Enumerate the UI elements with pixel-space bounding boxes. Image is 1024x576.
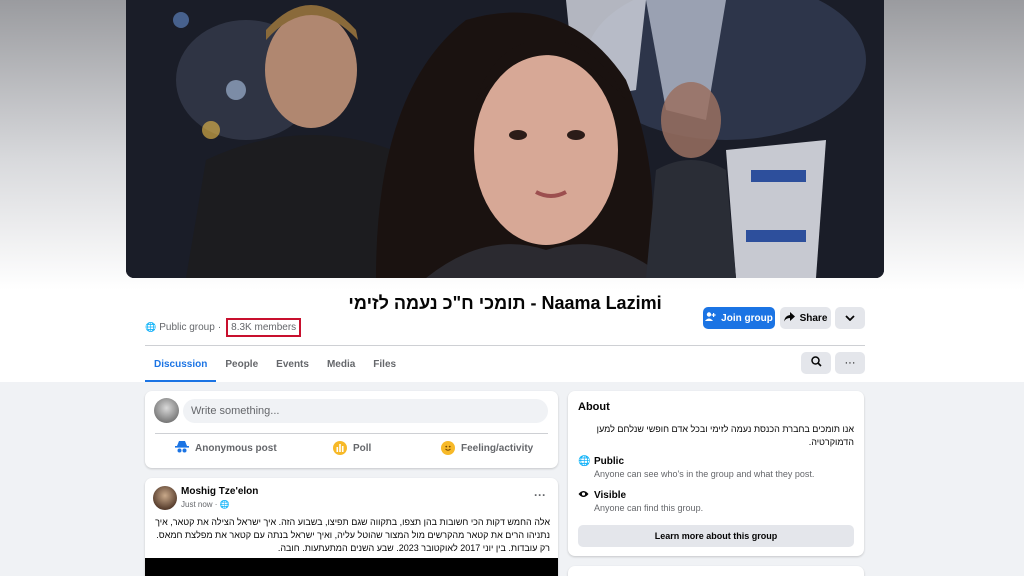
feeling-activity-button[interactable]: Feeling/activity	[441, 441, 533, 455]
anonymous-post-button[interactable]: Anonymous post	[175, 441, 277, 456]
globe-icon: 🌐	[219, 500, 230, 509]
about-title: About	[578, 401, 610, 413]
write-something-input[interactable]: Write something...	[183, 399, 548, 423]
add-person-icon	[705, 312, 716, 324]
smiley-icon	[441, 441, 455, 455]
anonymous-post-label: Anonymous post	[195, 443, 277, 454]
privacy-label: Public group	[159, 322, 215, 333]
post-author[interactable]: Moshig Tze'elon	[181, 486, 258, 497]
cover-photo[interactable]	[126, 0, 884, 278]
tab-events[interactable]: Events	[267, 348, 318, 380]
visible-description: Anyone can find this group.	[594, 503, 704, 513]
tab-media[interactable]: Media	[318, 348, 364, 380]
search-icon	[810, 356, 822, 370]
about-description: אנו תומכים בחברת הכנסת נעמה לזימי ובכל א…	[596, 424, 854, 447]
post-more-button[interactable]: ···	[534, 488, 546, 502]
poll-icon	[333, 441, 347, 455]
visible-title: Visible	[594, 490, 627, 501]
post-time-label: Just now ·	[181, 500, 220, 509]
poll-button[interactable]: Poll	[333, 441, 371, 455]
tab-discussion[interactable]: Discussion	[145, 348, 217, 382]
header-divider	[145, 345, 865, 346]
eye-icon	[578, 490, 589, 501]
tab-people[interactable]: People	[216, 348, 267, 380]
post-time[interactable]: Just now · 🌐	[181, 500, 230, 509]
about-public: 🌐 Public Anyone can see who's in the gro…	[578, 456, 814, 479]
tab-files[interactable]: Files	[364, 348, 405, 380]
next-sidebar-card	[568, 566, 864, 576]
composer-divider	[155, 433, 548, 434]
globe-icon: 🌐	[145, 322, 157, 332]
about-visible: Visible Anyone can find this group.	[578, 490, 703, 513]
cover-photo-image	[126, 0, 884, 278]
feed-post: Moshig Tze'elon Just now · 🌐 ··· אלה החמ…	[145, 478, 558, 576]
search-button[interactable]	[801, 352, 831, 374]
group-tabs: Discussion People Events Media Files	[145, 348, 405, 382]
globe-icon: 🌐	[578, 456, 591, 467]
tabs-more-button[interactable]: ···	[835, 352, 865, 374]
author-avatar[interactable]	[153, 486, 177, 510]
chevron-down-icon	[845, 313, 855, 324]
join-group-label: Join group	[721, 312, 773, 324]
group-meta: 🌐 Public group · 8.3K members	[145, 318, 302, 337]
post-composer: Write something... Anonymous post Poll F…	[145, 391, 558, 468]
share-label: Share	[799, 312, 828, 324]
share-button[interactable]: Share	[780, 307, 831, 329]
poll-label: Poll	[353, 442, 372, 454]
share-arrow-icon	[783, 311, 795, 325]
feeling-activity-label: Feeling/activity	[461, 442, 534, 454]
join-group-button[interactable]: Join group	[703, 307, 775, 329]
members-count[interactable]: 8.3K members	[226, 318, 302, 337]
user-avatar[interactable]	[154, 398, 179, 423]
anonymous-icon	[175, 441, 189, 456]
public-description: Anyone can see who's in the group and wh…	[594, 469, 815, 479]
public-title: Public	[594, 456, 625, 467]
post-video[interactable]	[145, 558, 558, 576]
learn-more-button[interactable]: Learn more about this group	[578, 525, 854, 547]
header-more-button[interactable]	[835, 307, 865, 329]
about-card: About אנו תומכים בחברת הכנסת נעמה לזימי …	[568, 391, 864, 556]
more-icon: ···	[844, 357, 856, 369]
post-text: אלה החמש דקות הכי חשובות בהן תצפו, בתקוו…	[155, 517, 550, 553]
separator-dot: ·	[217, 322, 222, 333]
